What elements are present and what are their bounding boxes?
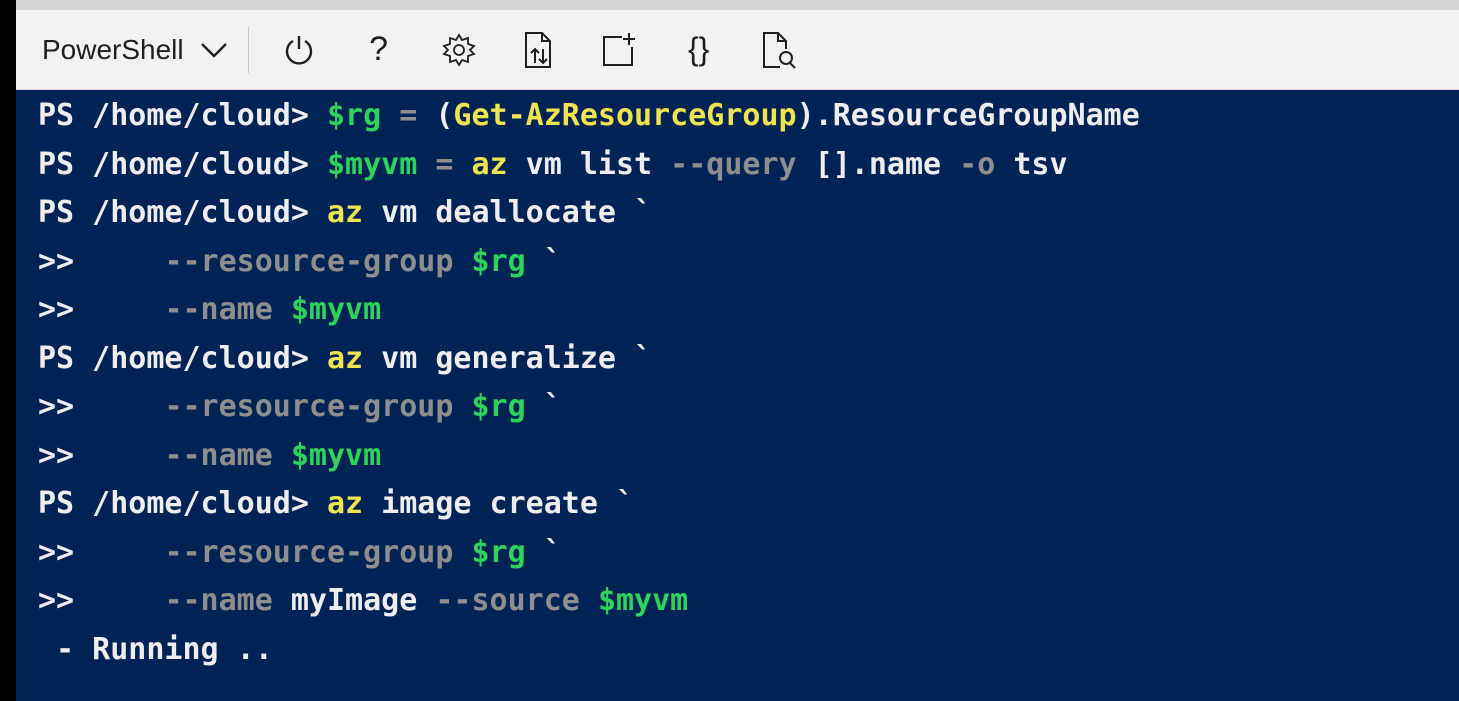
terminal-token-param: --query (670, 146, 797, 182)
terminal-token-prompt: PS /home/cloud> (38, 486, 327, 521)
terminal-token-arg (273, 292, 291, 327)
terminal-token-cmd: az (471, 146, 508, 182)
new-session-icon[interactable] (591, 22, 647, 78)
terminal-token-arg (453, 389, 471, 424)
terminal-token-op: = (417, 146, 472, 182)
terminal-line: PS /home/cloud> $myvm = az vm list --que… (38, 141, 1459, 190)
terminal-token-cont: >> (38, 437, 165, 473)
terminal-line: - Running .. (38, 626, 1459, 675)
terminal-token-prompt: PS /home/cloud> (38, 195, 327, 230)
toolbar-divider (247, 26, 249, 73)
terminal-line: >> --resource-group $rg ` (38, 529, 1459, 578)
terminal-token-arg (273, 438, 291, 473)
terminal-token-prompt: PS /home/cloud> (38, 340, 327, 376)
terminal-token-arg: image create (363, 486, 616, 521)
upload-download-file-icon[interactable] (511, 22, 567, 78)
terminal-token-param: --name (164, 583, 273, 618)
power-icon[interactable] (271, 22, 327, 78)
terminal-token-tick: ` (615, 486, 635, 521)
terminal-token-tick: ` (543, 534, 562, 570)
terminal-token-var: $rg (326, 98, 382, 133)
terminal-token-var: $myvm (326, 146, 418, 182)
terminal-token-var: $myvm (290, 437, 382, 473)
shell-type-label: PowerShell (42, 33, 184, 65)
terminal-token-arg (453, 244, 471, 279)
terminal-token-var: $myvm (290, 292, 382, 327)
terminal-token-param: --source (435, 583, 580, 618)
terminal-token-cmd: az (326, 486, 364, 521)
cloud-shell-panel: PowerShell ? {} PS /home/cloud> $rg = (G… (16, 0, 1459, 701)
terminal-token-arg: vm deallocate (363, 195, 635, 230)
terminal-token-tick: ` (634, 195, 653, 230)
terminal-token-var: $rg (471, 389, 526, 424)
terminal-token-cont: >> (38, 389, 165, 424)
terminal-token-arg: ( (435, 98, 454, 133)
terminal-token-param: --resource-group (164, 534, 454, 570)
web-preview-icon[interactable] (751, 22, 807, 78)
terminal-token-cont: >> (38, 292, 165, 327)
terminal-token-arg: vm generalize (363, 340, 635, 376)
terminal-line: >> --resource-group $rg ` (38, 238, 1459, 287)
terminal-token-arg: tsv (995, 146, 1068, 182)
terminal-token-arg (526, 244, 544, 279)
terminal-token-var: $rg (471, 243, 526, 279)
terminal-token-cmd: Get-AzResourceGroup (453, 98, 797, 133)
editor-braces-icon[interactable]: {} (671, 22, 727, 78)
terminal-token-arg (580, 583, 598, 618)
terminal-token-cont: >> (38, 243, 165, 279)
terminal-token-arg (453, 535, 471, 570)
terminal-line: PS /home/cloud> az vm generalize ` (38, 335, 1459, 384)
terminal-token-arg (526, 389, 544, 424)
terminal-token-arg (526, 535, 544, 570)
terminal-token-arg: myImage (272, 583, 436, 618)
help-icon[interactable]: ? (351, 22, 407, 78)
chevron-down-icon (200, 41, 228, 59)
terminal-token-cmd: az (326, 195, 364, 230)
terminal-token-arg: vm list (507, 146, 671, 182)
terminal-token-cmd: az (326, 340, 364, 376)
cloud-shell-toolbar: PowerShell ? {} (16, 10, 1459, 90)
terminal-token-status: - Running .. (38, 631, 273, 667)
terminal-token-tick: ` (543, 389, 562, 424)
terminal-token-var: $myvm (597, 583, 689, 618)
terminal-token-tick: ` (543, 243, 562, 279)
terminal-token-param: --name (164, 292, 273, 327)
terminal-token-tick: ` (634, 340, 653, 376)
terminal-token-arg: [].name (796, 146, 960, 182)
terminal-token-param: -o (959, 146, 996, 182)
terminal-token-cont: >> (38, 583, 165, 618)
terminal-token-arg: ).ResourceGroupName (796, 98, 1140, 133)
terminal-token-op: = (381, 98, 436, 133)
terminal-line: PS /home/cloud> az image create ` (38, 480, 1459, 529)
top-border-strip (16, 0, 1459, 10)
terminal-line: >> --name $myvm (38, 432, 1459, 481)
terminal-token-param: --resource-group (164, 243, 454, 279)
terminal-token-param: --name (164, 437, 273, 473)
settings-gear-icon[interactable] (431, 22, 487, 78)
terminal-token-var: $rg (471, 534, 526, 570)
terminal-token-param: --resource-group (164, 389, 454, 424)
terminal-line: >> --resource-group $rg ` (38, 383, 1459, 432)
terminal-line: >> --name myImage --source $myvm (38, 577, 1459, 626)
terminal-token-cont: >> (38, 534, 165, 570)
terminal-token-prompt: PS /home/cloud> (38, 146, 327, 182)
terminal-line: PS /home/cloud> az vm deallocate ` (38, 189, 1459, 238)
terminal-line: >> --name $myvm (38, 286, 1459, 335)
window-frame: PowerShell ? {} PS /home/cloud> $rg = (G… (0, 0, 1459, 701)
terminal-token-prompt: PS /home/cloud> (38, 98, 327, 133)
shell-type-selector[interactable]: PowerShell (42, 26, 228, 74)
terminal-line: PS /home/cloud> $rg = (Get-AzResourceGro… (38, 92, 1459, 141)
terminal-output[interactable]: PS /home/cloud> $rg = (Get-AzResourceGro… (38, 92, 1459, 674)
